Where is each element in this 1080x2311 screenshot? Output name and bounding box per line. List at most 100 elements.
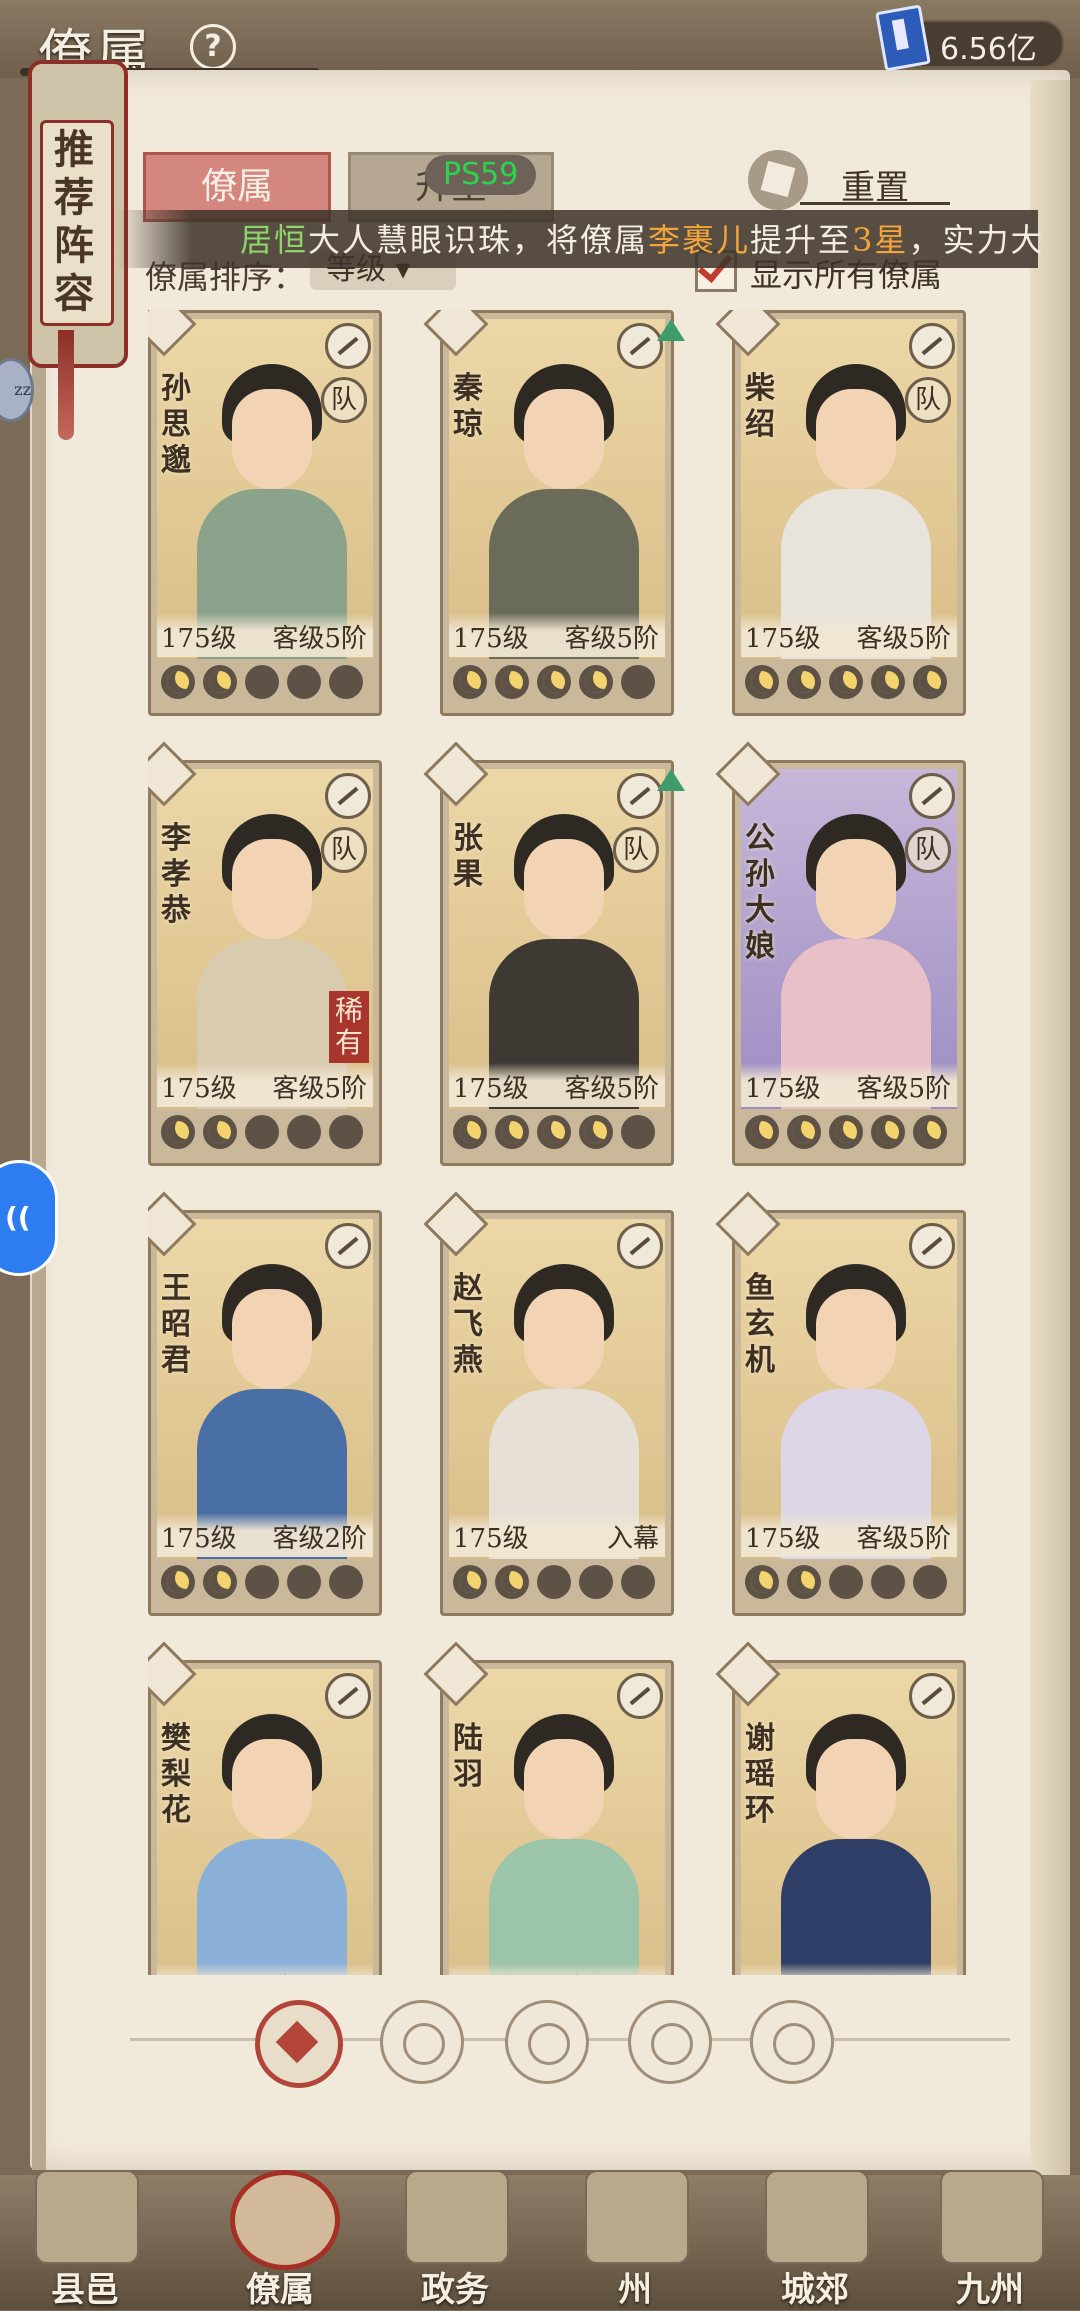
team-badge: 队 <box>613 827 659 873</box>
retainer-grade: 客级5阶 <box>856 1968 951 1975</box>
nav-retainers[interactable]: 僚属 <box>205 2150 355 2310</box>
moon-icon <box>495 665 529 699</box>
retainer-card[interactable]: 公孙大娘 队 175级 客级5阶 <box>715 741 966 1166</box>
moon-rating <box>745 1563 953 1601</box>
banner-stars: 3星 <box>852 221 909 259</box>
face <box>816 1739 896 1839</box>
nav-county[interactable]: 县邑 <box>10 2150 160 2310</box>
retainer-card[interactable]: 张果 队 175级 客级5阶 <box>423 741 685 1166</box>
filter-type4-icon[interactable] <box>750 2000 834 2084</box>
nav-nine-states[interactable]: 九州 <box>915 2150 1065 2310</box>
moon-icon <box>829 1565 863 1599</box>
side-bubble[interactable]: zz <box>0 358 34 422</box>
retainer-name: 樊梨花 <box>161 1721 191 1828</box>
retainers-icon <box>230 2170 340 2270</box>
moon-icon <box>161 1115 195 1149</box>
retainer-name: 陆羽 <box>453 1721 483 1792</box>
retainer-card[interactable]: 赵飞燕 175级 入幕 <box>423 1191 674 1616</box>
role-icon <box>325 323 371 369</box>
portrait-image <box>449 319 665 659</box>
role-icon <box>909 773 955 819</box>
face <box>232 839 312 939</box>
moon-icon <box>537 1115 571 1149</box>
moon-icon <box>787 1565 821 1599</box>
face <box>524 839 604 939</box>
retainer-level: 175级 <box>161 624 237 654</box>
reset-button[interactable]: 重置 <box>800 160 950 208</box>
nav-suburbs[interactable]: 城郊 <box>740 2150 890 2310</box>
moon-icon <box>245 665 279 699</box>
filter-all-icon[interactable] <box>255 2000 343 2088</box>
face <box>232 1289 312 1389</box>
portrait-image <box>741 1219 957 1559</box>
retainer-card[interactable]: 李孝恭 队稀有 175级 客级5阶 <box>148 741 382 1166</box>
filter-row <box>130 2000 1010 2088</box>
moon-icon <box>537 1565 571 1599</box>
retainer-name: 柴绍 <box>745 371 775 442</box>
role-icon <box>617 1673 663 1719</box>
retainer-card[interactable]: 柴绍 队 175级 客级5阶 <box>715 310 966 716</box>
retainer-name: 赵飞燕 <box>453 1271 483 1378</box>
retainer-card[interactable]: 孙思邈 队 175级 客级5阶 <box>148 310 382 716</box>
moon-icon <box>621 1565 655 1599</box>
retainer-card[interactable]: 陆羽 175级 客级5阶 <box>423 1641 674 1975</box>
retainer-name: 孙思邈 <box>161 371 191 478</box>
moon-icon <box>161 665 195 699</box>
moon-icon <box>453 1565 487 1599</box>
retainer-level: 175级 <box>745 1524 821 1554</box>
floating-assist-button[interactable]: (( <box>0 1160 58 1276</box>
retainer-grade: 客级5阶 <box>564 624 659 654</box>
face <box>524 1739 604 1839</box>
affairs-icon <box>405 2170 509 2264</box>
retainer-grade: 客级5阶 <box>856 624 951 654</box>
moon-icon <box>871 665 905 699</box>
moon-icon <box>621 665 655 699</box>
upgrade-arrow-icon <box>657 319 685 341</box>
retainer-grade: 客级2阶 <box>272 1524 367 1554</box>
moon-icon <box>495 1565 529 1599</box>
team-badge: 队 <box>905 377 951 423</box>
rare-badge: 稀有 <box>329 991 369 1063</box>
banner-text-2: 提升至 <box>750 221 853 259</box>
filter-type3-icon[interactable] <box>628 2000 712 2084</box>
filter-type1-icon[interactable] <box>380 2000 464 2084</box>
nav-state[interactable]: 州 <box>560 2150 710 2310</box>
moon-icon <box>621 1115 655 1149</box>
moon-icon <box>913 1565 947 1599</box>
robe <box>197 1839 347 1975</box>
moon-icon <box>745 1115 779 1149</box>
recommend-label: 推荐阵容 <box>54 126 94 317</box>
retainer-card[interactable]: 秦琼 175级 客级5阶 <box>423 310 685 716</box>
face <box>816 839 896 939</box>
retainer-card[interactable]: 鱼玄机 175级 客级5阶 <box>715 1191 966 1616</box>
team-badge: 队 <box>321 827 367 873</box>
moon-icon <box>329 1565 363 1599</box>
retainer-card[interactable]: 谢瑶环 175级 客级5阶 <box>715 1641 966 1975</box>
reset-icon[interactable] <box>748 150 808 210</box>
currency-value: 6.56亿 <box>940 32 1037 67</box>
retainer-card[interactable]: 樊梨花 175级 客级5阶 <box>148 1641 382 1975</box>
character-figure <box>489 1709 639 1975</box>
character-figure <box>781 1709 931 1975</box>
retainer-grade: 客级5阶 <box>856 1524 951 1554</box>
role-icon <box>909 1223 955 1269</box>
robe <box>489 1839 639 1975</box>
retainer-level: 175级 <box>745 1074 821 1104</box>
announcement-text: 居恒大人慧眼识珠，将僚属李裹儿提升至3星，实力大 <box>240 215 1044 261</box>
moon-icon <box>203 665 237 699</box>
moon-icon <box>871 1565 905 1599</box>
portrait-image <box>157 319 373 659</box>
state-icon <box>585 2170 689 2264</box>
nav-affairs[interactable]: 政务 <box>380 2150 530 2310</box>
retainer-level: 175级 <box>453 1968 529 1975</box>
retainer-level: 175级 <box>453 1524 529 1554</box>
nav-label: 九州 <box>956 2270 1024 2310</box>
retainer-card[interactable]: 王昭君 175级 客级2阶 <box>148 1191 382 1616</box>
retainer-grid: 孙思邈队 175级 客级5阶 秦琼 175级 客级5阶 柴绍队 175级 客级5阶 李孝恭队稀有 1… <box>148 310 968 1975</box>
moon-icon <box>745 665 779 699</box>
moon-icon <box>453 665 487 699</box>
face <box>232 389 312 489</box>
filter-type2-icon[interactable] <box>505 2000 589 2084</box>
help-icon[interactable]: ? <box>190 24 236 70</box>
retainer-name: 张果 <box>453 821 483 892</box>
